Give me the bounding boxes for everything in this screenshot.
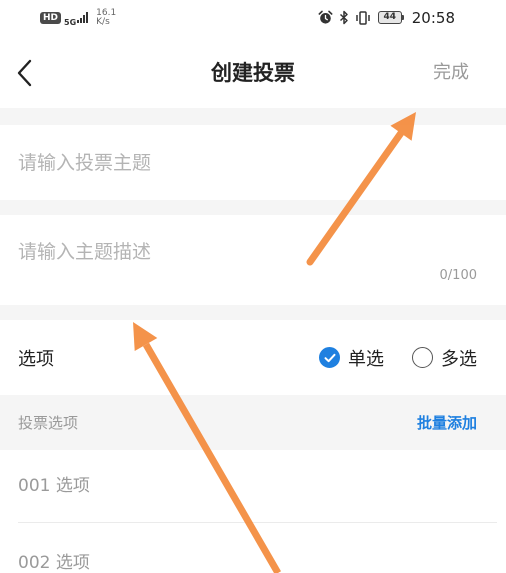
option-type-row: 选项 单选 多选 — [0, 320, 506, 395]
chevron-left-icon — [17, 59, 32, 87]
signal-bars-icon — [77, 12, 89, 23]
bulk-add-button[interactable]: 批量添加 — [417, 412, 477, 433]
signal-bar — [80, 18, 83, 23]
status-time: 20:58 — [411, 8, 455, 27]
option-type-label: 选项 — [18, 348, 54, 370]
data-speed-unit: K/s — [96, 16, 110, 27]
bluetooth-icon — [339, 10, 348, 25]
check-icon — [324, 353, 335, 362]
battery-level: 44 — [377, 11, 402, 24]
header: 创建投票 完成 — [0, 35, 506, 108]
option-input-2[interactable] — [18, 523, 497, 573]
topic-field — [0, 125, 506, 200]
data-speed: 16.1 K/s — [96, 8, 116, 27]
section-separator — [0, 200, 506, 215]
option-input-1[interactable] — [18, 450, 497, 522]
back-button[interactable] — [8, 56, 42, 90]
done-button[interactable]: 完成 — [433, 35, 469, 111]
signal-bar — [77, 20, 80, 23]
page-title: 创建投票 — [211, 61, 295, 85]
battery-nub — [401, 15, 404, 20]
radio-circle-icon — [412, 347, 433, 368]
single-choice-label: 单选 — [348, 348, 384, 370]
vote-options-title: 投票选项 — [18, 414, 79, 432]
alarm-icon — [318, 10, 333, 24]
status-bar: HD 5G 16.1 K/s 44 20:58 — [0, 0, 506, 35]
signal-bar — [86, 12, 89, 23]
battery-icon: 44 — [377, 11, 404, 24]
status-bar-right: 44 20:58 — [312, 9, 455, 27]
multiple-choice-label: 多选 — [441, 348, 477, 370]
vote-options-header: 投票选项 批量添加 — [0, 395, 506, 450]
create-vote-screen: HD 5G 16.1 K/s 44 20:58 创建投票 完成 请输入投票主题 … — [0, 0, 506, 573]
description-field: 0/100 — [0, 215, 506, 305]
list-item — [0, 450, 506, 522]
character-counter: 0/100 — [439, 268, 477, 283]
hd-badge: HD — [40, 11, 62, 24]
list-item-divider — [18, 522, 497, 573]
network-type: 5G — [64, 17, 77, 27]
signal-bar — [83, 15, 86, 23]
topic-description-input[interactable] — [18, 215, 488, 305]
status-bar-left: HD 5G 16.1 K/s — [40, 8, 116, 27]
radio-circle-icon — [319, 347, 340, 368]
vote-topic-input[interactable] — [18, 125, 488, 200]
vibrate-icon — [356, 10, 370, 25]
section-separator — [0, 305, 506, 320]
single-choice-radio[interactable]: 单选 — [319, 345, 384, 371]
list-item — [0, 522, 506, 573]
multiple-choice-radio[interactable]: 多选 — [412, 345, 477, 371]
